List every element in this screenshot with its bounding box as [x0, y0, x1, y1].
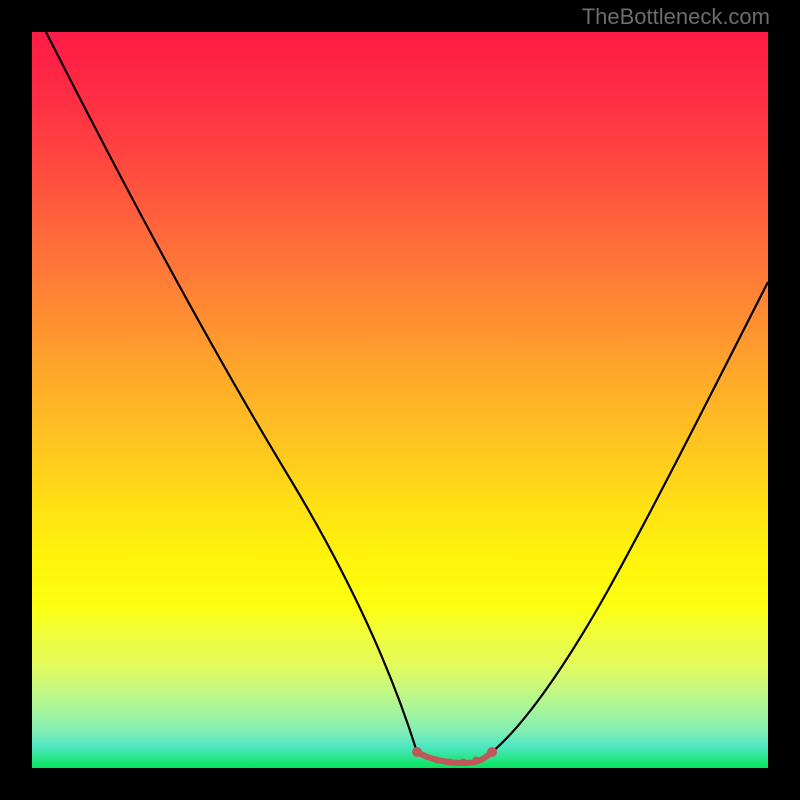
right-curve	[492, 282, 768, 752]
left-curve	[46, 32, 417, 752]
bottom-segment-lump-3	[460, 759, 467, 766]
bottom-segment-lump-1	[434, 757, 441, 764]
bottom-segment-lump-4	[473, 757, 480, 764]
bottom-segment-marker-left	[412, 747, 422, 757]
chart-frame: TheBottleneck.com	[0, 0, 800, 800]
bottom-segment	[417, 752, 492, 763]
curve-overlay	[32, 32, 768, 768]
attribution-label: TheBottleneck.com	[582, 4, 770, 30]
bottom-segment-lump-2	[447, 759, 454, 766]
bottom-segment-marker-right	[487, 747, 497, 757]
plot-area	[32, 32, 768, 768]
